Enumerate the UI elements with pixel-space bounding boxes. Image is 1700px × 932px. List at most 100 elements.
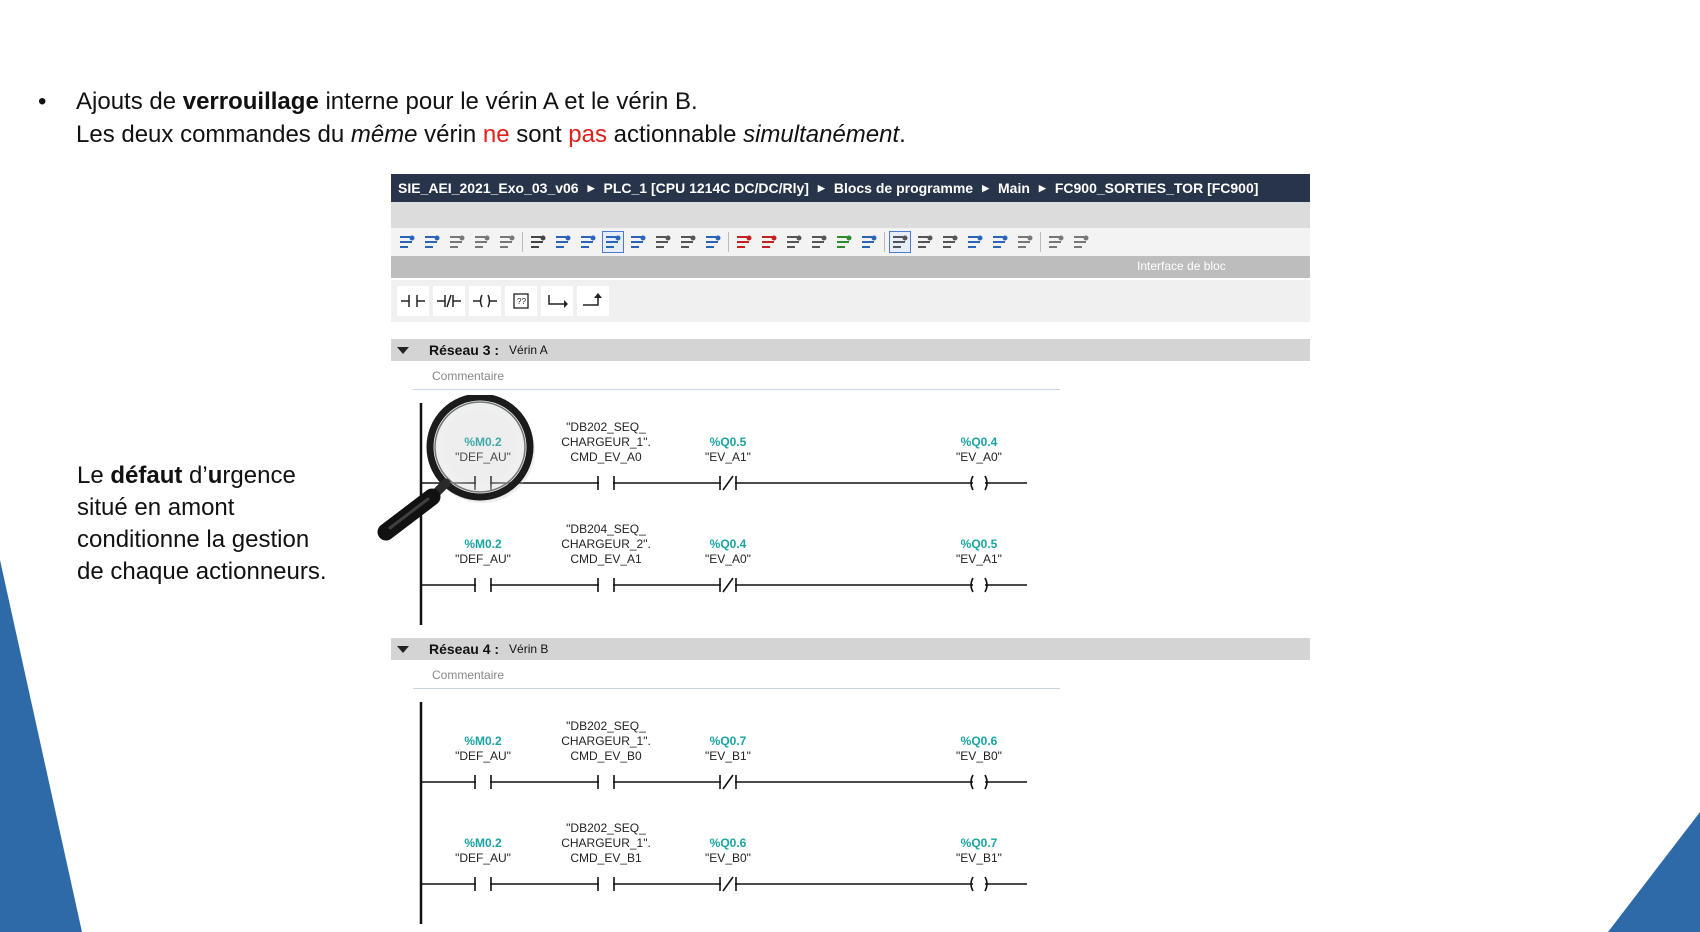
contact-address: %M0.2 [464,836,502,850]
no-contact-icon[interactable] [397,286,429,316]
contact-tag-line1: "DB202_SEQ_ [566,420,646,434]
download-icon[interactable] [472,232,492,252]
contact-address: %Q0.5 [710,435,747,449]
contact-tag-name: "EV_A1" [705,450,751,464]
abs-icon[interactable] [759,232,779,252]
coil-address: %Q0.7 [961,836,998,850]
editor-header-strip [391,202,1310,228]
contact-address: %Q0.6 [710,836,747,850]
coil-icon[interactable] [469,286,501,316]
side-note: Le défaut d’urgence situé en amont condi… [77,462,327,585]
delete-network-icon[interactable] [653,232,673,252]
breadcrumb-item-project[interactable]: SIE_AEI_2021_Exo_03_v06 [398,180,579,196]
network-3-comment[interactable]: Commentaire [413,361,1060,390]
network-4-comment[interactable]: Commentaire [413,660,1060,689]
close-branch-icon[interactable] [577,286,609,316]
coil-tag-name: "EV_A1" [956,552,1002,566]
editor-toolbar [391,228,1310,256]
last-icon[interactable] [940,232,960,252]
collapse-triangle-icon[interactable] [397,645,409,653]
network-4-header[interactable]: Réseau 4 : Vérin B [391,638,1310,660]
contact-tag-line3: CMD_EV_B0 [570,749,642,763]
empty-box-icon[interactable]: ?? [505,286,537,316]
toolbar-separator [728,232,729,252]
network-4-subtitle: Vérin B [509,642,549,656]
rel-icon[interactable] [784,232,804,252]
collapse-triangle-icon[interactable] [397,346,409,354]
toolbar-separator [884,232,885,252]
block-interface-label: Interface de bloc [1137,259,1226,273]
contact-tag-line2: CHARGEUR_1". [561,734,651,748]
coil-tag-name: "EV_A0" [956,450,1002,464]
chevron-right-icon: ▶ [982,182,990,193]
breadcrumb-item-plc[interactable]: PLC_1 [CPU 1214C DC/DC/Rly] [604,180,809,196]
contact-tag-line2: CHARGEUR_1". [561,836,651,850]
network-3-title: Réseau 3 : [429,342,500,358]
contact-tag-name: "DEF_AU" [455,749,511,763]
breadcrumb-item-main[interactable]: Main [998,180,1030,196]
network-3-header[interactable]: Réseau 3 : Vérin A [391,339,1310,361]
rung: %M0.2"DEF_AU" "DB202_SEQ_CHARGEUR_1".CMD_… [421,821,1027,892]
favorites-icon[interactable] [734,232,754,252]
jump-icon[interactable] [889,231,911,253]
table-view-icon[interactable] [553,232,573,252]
contact-address: %M0.2 [464,734,502,748]
contact-tag-line1: "DB202_SEQ_ [566,821,646,835]
contact-tag-name: "EV_A0" [705,552,751,566]
contact-address: %Q0.4 [710,537,747,551]
monitor-off-icon[interactable] [422,232,442,252]
open-branch-icon[interactable] [541,286,573,316]
chevron-right-icon: ▶ [817,182,825,193]
bullet-line-1: Ajouts de verrouillage interne pour le v… [76,88,698,115]
chevron-right-icon: ▶ [587,182,595,193]
contact-tag-name: "EV_B1" [705,749,751,763]
contact-tag-line1: "DB202_SEQ_ [566,719,646,733]
filter-icon[interactable] [1046,232,1066,252]
breakpoint-icon[interactable] [703,232,723,252]
monitor-on-icon[interactable] [397,232,417,252]
compare-icon[interactable] [1015,232,1035,252]
contact-tag-line3: CMD_EV_A1 [570,552,642,566]
tia-portal-editor: SIE_AEI_2021_Exo_03_v06 ▶ PLC_1 [CPU 1214… [391,174,1310,926]
bullet-text: • Ajouts de verrouillage interne pour le… [38,86,906,151]
contact-address: %Q0.7 [710,734,747,748]
network-4-title: Réseau 4 : [429,641,500,657]
step-icon[interactable] [834,232,854,252]
slide-decoration-right [1608,812,1700,932]
contact-tag-line2: CHARGEUR_2". [561,537,651,551]
comment-toggle-icon[interactable] [602,231,624,253]
network-view-icon[interactable] [528,232,548,252]
go-to-icon[interactable] [678,232,698,252]
contact-tag-line3: CMD_EV_B1 [570,851,642,865]
contact-tag-name: "DEF_AU" [455,552,511,566]
coil-address: %Q0.6 [961,734,998,748]
block-interface-bar[interactable]: Interface de bloc [391,256,1310,278]
svg-text:??: ?? [517,297,526,306]
network-3-subtitle: Vérin A [509,343,548,357]
db-icon[interactable] [1071,232,1091,252]
network-3: Réseau 3 : Vérin A Commentaire %M0.2"DEF… [391,339,1310,625]
network-4-ladder: %M0.2"DEF_AU""DB202_SEQ_CHARGEUR_1".CMD_… [419,702,1027,924]
coil-address: %Q0.4 [961,435,998,449]
coil-tag-name: "EV_B0" [956,749,1002,763]
insert-network-icon[interactable] [628,232,648,252]
breadcrumb-item-blocks[interactable]: Blocs de programme [834,180,973,196]
contact-tag-line3: CMD_EV_A0 [570,450,642,464]
block-icon[interactable] [497,232,517,252]
chevron-right-icon: ▶ [1038,182,1046,193]
first-icon[interactable] [915,232,935,252]
network-4: Réseau 4 : Vérin B Commentaire %M0.2 "DEF… [391,638,1310,924]
bullet-marker: • [38,88,47,115]
toolbar-separator [522,232,523,252]
list-view-icon[interactable] [578,232,598,252]
contact-tag-line2: CHARGEUR_1". [561,435,651,449]
instruction-favorites-bar: ?? [391,280,1310,322]
up-icon[interactable] [965,232,985,252]
nc-contact-icon[interactable] [433,286,465,316]
cross-ref-icon[interactable] [859,232,879,252]
down-icon[interactable] [990,232,1010,252]
contact-tag-name: "EV_B0" [705,851,751,865]
compile-icon[interactable] [447,232,467,252]
link-icon[interactable] [809,232,829,252]
breadcrumb-item-fc900[interactable]: FC900_SORTIES_TOR [FC900] [1055,180,1259,196]
